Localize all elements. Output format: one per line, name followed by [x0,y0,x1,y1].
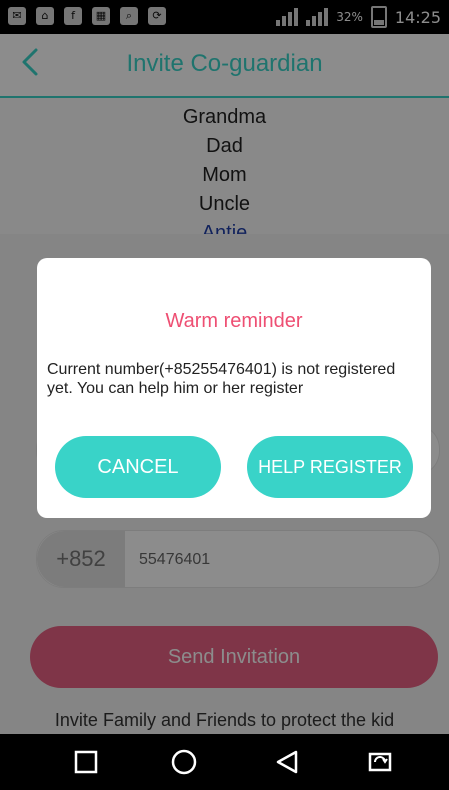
dialog-message: Current number(+85255476401) is not regi… [47,361,396,397]
cancel-button[interactable]: CANCEL [55,436,221,498]
help-register-button[interactable]: HELP REGISTER [247,436,413,498]
dialog-title: Warm reminder [165,310,303,332]
system-nav-bar [0,734,449,790]
recent-apps-icon[interactable] [72,748,100,776]
home-icon[interactable] [170,748,198,776]
back-icon[interactable] [274,748,302,776]
warm-reminder-dialog: Warm reminder Current number(+8525547640… [37,258,431,518]
screen-rotate-icon[interactable] [366,748,394,776]
